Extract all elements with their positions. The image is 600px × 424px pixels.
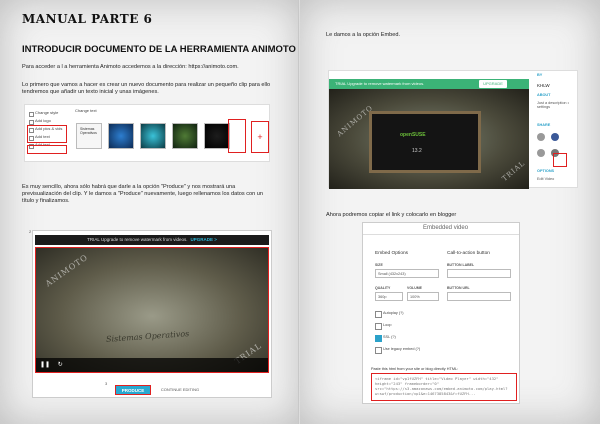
animoto-preview-screenshot: 2 TRIAL Upgrade to remove watermark from… [29, 229, 272, 398]
about-label: ABOUT [537, 93, 551, 97]
button-url-input[interactable] [447, 292, 511, 301]
video-caption: Sistemas Operativos [105, 329, 190, 344]
share-label: SHARE [537, 123, 551, 127]
size-select[interactable]: Small (432x243) [375, 269, 439, 278]
embed-code-textarea[interactable]: <iframe id="vp1fUZFH" title="Video Playe… [371, 373, 517, 401]
embed-options-title: Embed Options [375, 251, 409, 256]
quality-select[interactable]: 360p [375, 292, 403, 301]
volume-select[interactable]: 100% [407, 292, 439, 301]
quality-label: QUALITY [375, 286, 391, 290]
autoplay-checkbox[interactable]: Autoplay (?) [375, 311, 403, 318]
image-thumb[interactable] [204, 123, 230, 149]
video-player[interactable]: ANIMOTO TRIAL openSUSE 13.2 [329, 89, 529, 189]
create-paragraph: Lo primero que vamos a hacer es crear un… [22, 82, 271, 95]
cta-title: Call-to-action button [447, 251, 490, 256]
replay-icon[interactable]: ↻ [58, 362, 63, 368]
button-url-label: BUTTON URL [447, 286, 470, 290]
legacy-embed-checkbox[interactable]: Use legacy embed (?) [375, 347, 420, 354]
embed-code-label: Paste this html from your site or blog d… [371, 367, 459, 371]
size-label: SIZE [375, 263, 383, 267]
text-slide-thumb[interactable]: Sistemas Operativos [76, 123, 102, 149]
trial-banner: TRIAL Upgrade to remove watermark from v… [35, 235, 269, 245]
right-page: Le damos a la opción Embed. TRIAL Upgrad… [300, 0, 600, 424]
menu-change-style[interactable]: Change style [27, 109, 71, 117]
email-icon[interactable] [537, 149, 545, 157]
image-thumb[interactable] [172, 123, 198, 149]
upgrade-button[interactable]: UPGRADE [479, 80, 507, 88]
produce-button[interactable]: PRODUCE [115, 385, 151, 395]
step-number: 3 [105, 381, 108, 386]
facebook-icon[interactable] [551, 133, 559, 141]
image-thumb[interactable] [140, 123, 166, 149]
menu-add-logo[interactable]: Add logo [27, 117, 71, 125]
embed-dialog-title: Embedded video [363, 223, 519, 235]
about-text: Just a description • settings [537, 101, 569, 109]
watermark-text: ANIMOTO [43, 252, 90, 289]
highlight-box [27, 145, 67, 154]
share-icon[interactable] [537, 133, 545, 141]
video-frame: openSUSE 13.2 [369, 111, 481, 173]
video-sidebar: BY KHLW ABOUT Just a description • setti… [533, 71, 579, 189]
button-label-label: BUTTON LABEL [447, 263, 475, 267]
pause-icon[interactable]: ❚❚ [40, 362, 50, 368]
video-controls: ❚❚ ↻ [36, 358, 268, 372]
continue-editing-button[interactable]: CONTINUE EDITING [157, 385, 203, 395]
animoto-editor-screenshot: Change style Add logo Add pics & vids Ad… [24, 104, 270, 162]
watermark-text: TRIAL [500, 159, 527, 183]
ssl-checkbox[interactable]: SSL (?) [375, 335, 396, 342]
animoto-video-page-screenshot: TRIAL Upgrade to remove watermark from v… [328, 70, 579, 189]
by-label: BY [537, 73, 543, 77]
section-title: INTRODUCIR DOCUMENTO DE LA HERRAMIENTA A… [22, 44, 296, 55]
video-label: openSUSE [400, 132, 426, 138]
trial-text: TRIAL Upgrade to remove watermark from v… [87, 237, 188, 242]
highlight-box [27, 125, 67, 143]
produce-paragraph: Es muy sencillo, ahora sólo habrá que da… [22, 184, 264, 204]
embed-instruction: Le damos a la opción Embed. [326, 32, 401, 38]
left-page: MANUAL PARTE 6 INTRODUCIR DOCUMENTO DE L… [0, 0, 300, 424]
manual-title: MANUAL PARTE 6 [22, 12, 153, 26]
options-label: OPTIONS [537, 169, 555, 173]
video-sublabel: 13.2 [412, 148, 422, 154]
highlight-box [228, 119, 246, 153]
upgrade-link[interactable]: UPGRADE > [190, 237, 216, 242]
change-text-label[interactable]: Change text [75, 108, 97, 113]
copy-link-instruction: Ahora podremos copiar el link y colocarl… [326, 212, 457, 218]
button-label-input[interactable] [447, 269, 511, 278]
edit-video-link[interactable]: Edit Video [537, 177, 554, 181]
intro-paragraph: Para acceder a l a herramienta Animoto a… [22, 64, 239, 70]
video-preview[interactable]: ANIMOTO TRIAL Sistemas Operativos ❚❚ ↻ [35, 247, 269, 373]
user-name[interactable]: KHLW [537, 83, 550, 88]
step-number: 2 [29, 229, 32, 234]
embed-highlight-box [553, 153, 567, 167]
loop-checkbox[interactable]: Loop [375, 323, 391, 330]
image-thumb[interactable] [108, 123, 134, 149]
embed-options-screenshot: Embedded video Embed Options Call-to-act… [362, 222, 520, 404]
volume-label: VOLUME [407, 286, 422, 290]
add-slide-button[interactable]: + [251, 121, 269, 153]
